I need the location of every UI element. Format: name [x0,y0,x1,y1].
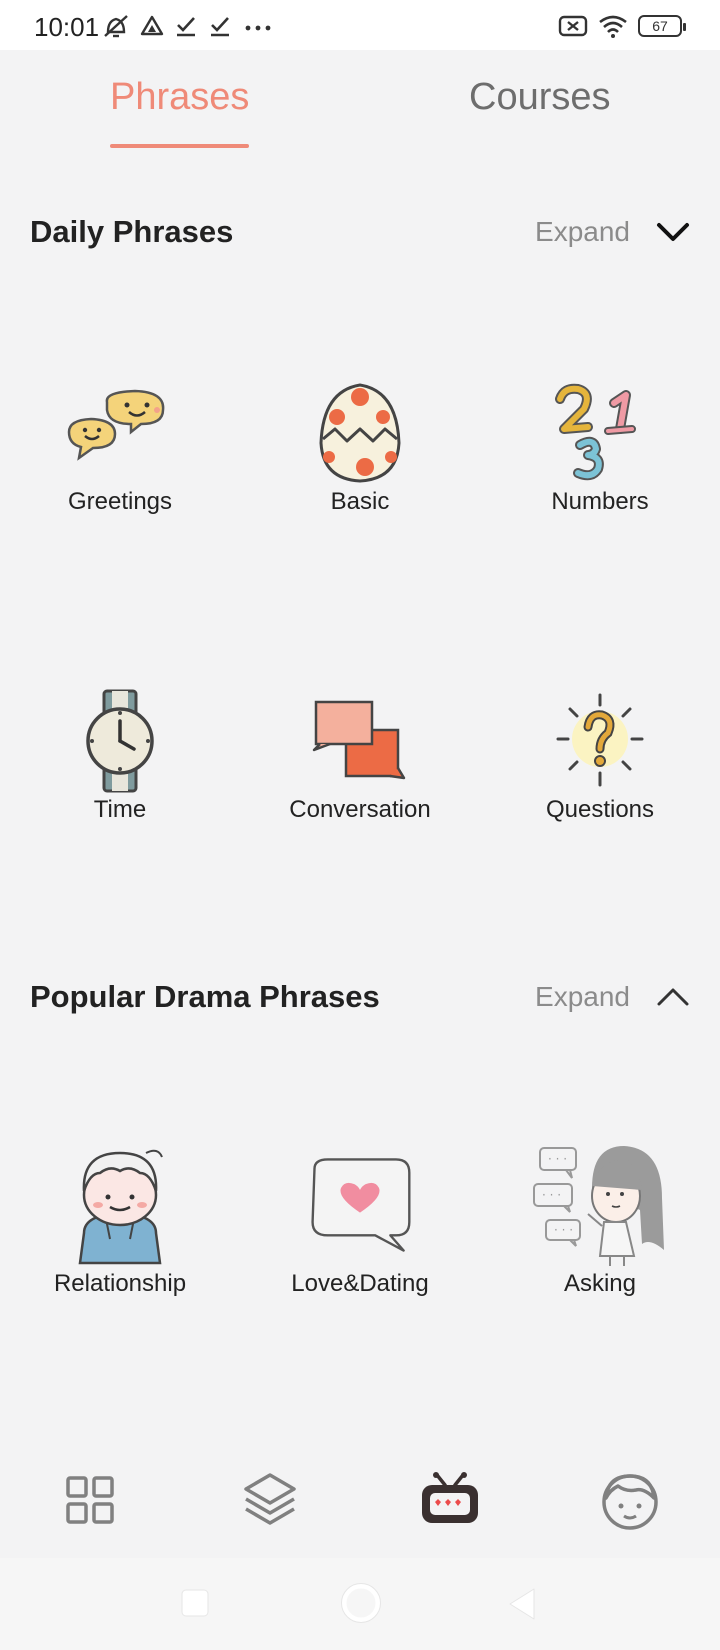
tv-icon [422,1472,478,1523]
recents-square-icon [181,1589,209,1617]
svg-text:· · ·: · · · [554,1223,573,1237]
section-title-daily: Daily Phrases [30,214,234,249]
nav-layers-button[interactable] [238,1468,302,1532]
svg-text:· · ·: · · · [542,1188,561,1202]
phrase-label: Greetings [67,488,173,515]
home-button[interactable] [340,1582,382,1629]
expand-daily-button[interactable]: Expand [535,210,690,254]
status-right-icons: 67 [558,12,686,40]
phrase-label: Basic [330,488,390,515]
recents-button[interactable] [180,1588,210,1623]
phrase-card-greetings[interactable]: Greetings [0,378,240,516]
expand-label: Expand [535,981,630,1012]
phrase-label: Time [93,796,147,823]
top-tabs: Phrases Courses [0,50,720,150]
boy-hoodie-icon [65,1140,175,1270]
chevron-down-icon [657,223,689,241]
girl-asking-icon: · · · · · · · · · [530,1140,670,1270]
phrase-card-relationship[interactable]: Relationship [0,1140,240,1298]
drama-phrases-header: Popular Drama Phrases Expand [30,971,690,1021]
phrase-label: Conversation [289,796,431,823]
layers-icon [244,1473,296,1525]
egg-icon [305,378,415,488]
conversation-icon [305,686,415,796]
question-icon [545,686,655,796]
phrase-card-asking[interactable]: · · · · · · · · · Asking [480,1140,720,1298]
nav-grid-button[interactable] [58,1468,122,1532]
nav-profile-button[interactable] [598,1468,662,1532]
mute-icon [104,15,128,38]
phrase-label: Numbers [551,488,649,515]
active-tab-indicator [110,144,249,148]
greetings-icon [65,378,175,488]
home-circle-icon [341,1583,381,1623]
expand-label: Expand [535,216,630,247]
back-triangle-icon [509,1588,535,1620]
phrase-card-time[interactable]: Time [0,686,240,824]
phrase-label: Asking [563,1270,637,1297]
battery-level: 67 [652,18,668,34]
phrase-card-conversation[interactable]: Conversation [240,686,480,824]
tab-phrases[interactable]: Phrases [110,76,249,119]
phrase-label: Love&Dating [291,1270,429,1297]
status-left-icons [102,12,274,40]
numbers-icon [545,378,655,488]
phrase-label: Questions [545,796,655,823]
bottom-navigation [0,1440,720,1558]
status-time: 10:01 [34,12,100,42]
phrase-card-numbers[interactable]: Numbers [480,378,720,516]
check-icon [177,17,195,37]
phrase-card-basic[interactable]: Basic [240,378,480,516]
svg-text:· · ·: · · · [548,1152,567,1166]
section-title-drama: Popular Drama Phrases [30,979,380,1014]
phrase-card-questions[interactable]: Questions [480,686,720,824]
grid-icon [66,1476,114,1524]
sim-x-icon [558,15,588,37]
phrase-label: Relationship [53,1270,187,1297]
status-bar: 10:01 67 [0,0,720,50]
back-button[interactable] [506,1586,538,1627]
chevron-up-icon [657,988,689,1006]
more-icon [245,25,271,31]
check-icon [211,17,229,37]
drive-icon [140,15,164,36]
nav-drama-button[interactable] [418,1468,482,1532]
phrase-card-love-dating[interactable]: Love&Dating [240,1140,480,1298]
watch-icon [65,686,175,796]
battery-indicator: 67 [638,15,686,37]
heart-bubble-icon [305,1140,415,1270]
expand-drama-button[interactable]: Expand [535,975,690,1019]
daily-phrases-header: Daily Phrases Expand [30,206,690,256]
wifi-icon [599,15,627,38]
tab-courses[interactable]: Courses [469,76,611,119]
system-navigation-bar [0,1558,720,1650]
profile-face-icon [602,1474,658,1530]
